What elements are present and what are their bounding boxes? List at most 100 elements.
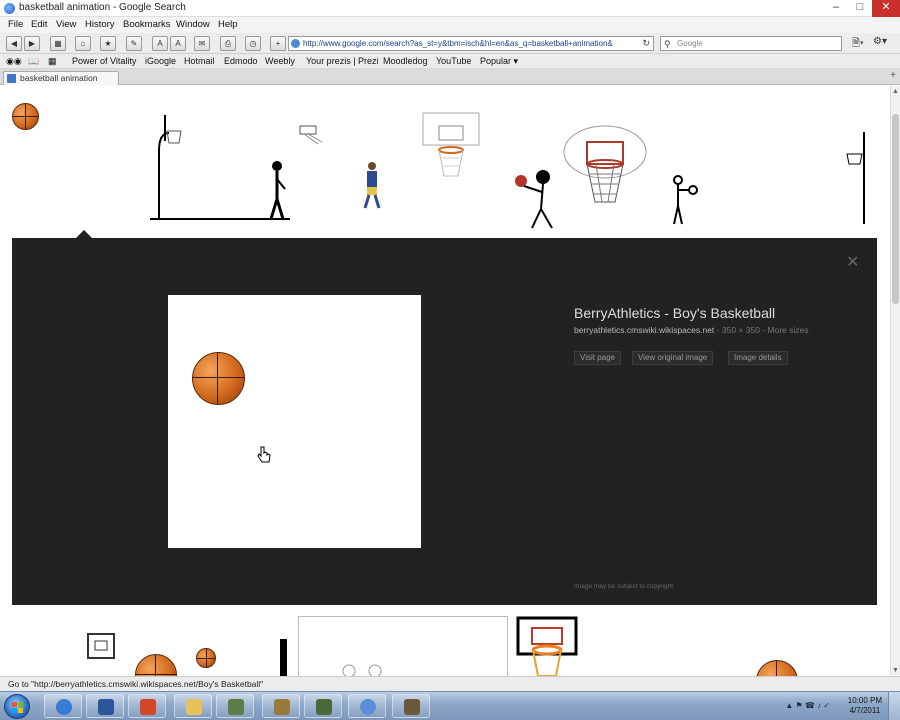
scroll-down-icon[interactable]: ▼ <box>892 667 899 674</box>
bookmark-icon[interactable]: ★ <box>100 36 116 51</box>
start-button[interactable] <box>4 694 30 719</box>
top-sites-icon[interactable]: ▦ <box>48 56 57 67</box>
view-original-image-button[interactable]: View original image <box>632 351 714 365</box>
windows-logo-icon <box>12 702 23 713</box>
thumbnail-small-hoop[interactable] <box>298 122 324 148</box>
maximize-button[interactable]: □ <box>848 0 872 17</box>
preview-image[interactable] <box>168 295 421 548</box>
thumbnail-hoop-net[interactable] <box>562 124 650 206</box>
hand-cursor-icon <box>257 446 271 463</box>
thumbnail-hoop-orange[interactable] <box>516 616 578 676</box>
thumbnail-backboard-net[interactable] <box>422 112 480 182</box>
taskbar-app-5[interactable] <box>216 694 254 718</box>
scrollbar-thumb[interactable] <box>892 114 899 304</box>
thumbnail-post-hoop[interactable] <box>844 126 870 226</box>
thumbnail-basketball-1[interactable] <box>12 103 39 130</box>
bookmark-power-of-vitality[interactable]: Power of Vitality <box>72 56 136 66</box>
bookmark-prezi[interactable]: Your prezis | Prezi <box>306 56 379 66</box>
thumbnail-stick-figure-ball[interactable] <box>510 164 560 232</box>
globe-icon <box>291 39 300 48</box>
bookmark-hotmail[interactable]: Hotmail <box>184 56 215 66</box>
vertical-scrollbar[interactable]: ▲ ▼ <box>890 86 900 676</box>
window-title: basketball animation - Google Search <box>19 2 186 13</box>
preview-domain[interactable]: berryathletics.cmswiki.wikispaces.net <box>574 325 714 335</box>
toolbar: ◀ ▶ ▦ ⌂ ★ ✎ A A ✉ ⎙ ◷ + http://www.googl… <box>0 33 900 54</box>
forward-button[interactable]: ▶ <box>24 36 40 51</box>
scroll-up-icon[interactable]: ▲ <box>892 88 899 95</box>
thumbnail-post[interactable] <box>280 639 287 676</box>
taskbar-app-7[interactable] <box>304 694 342 718</box>
taskbar-explorer[interactable] <box>174 694 212 718</box>
show-desktop-button[interactable] <box>888 692 900 720</box>
taskbar-ie[interactable] <box>44 694 82 718</box>
thumbnail-backboard-small[interactable] <box>86 632 116 662</box>
menu-view[interactable]: View <box>56 19 76 30</box>
folder-icon <box>186 699 202 715</box>
gear-icon[interactable]: ⚙▾ <box>873 36 887 47</box>
reading-glasses-icon[interactable]: ◉◉ <box>6 56 22 67</box>
mail-icon[interactable]: ✉ <box>194 36 210 51</box>
refresh-icon[interactable]: ↻ <box>642 37 650 50</box>
taskbar-app-6[interactable] <box>262 694 300 718</box>
bookmark-youtube[interactable]: YouTube <box>436 56 471 66</box>
close-preview-icon[interactable]: ✕ <box>846 252 859 272</box>
tab-basketball-animation[interactable]: basketball animation <box>3 71 119 85</box>
thumbnail-stick-figure-hoop[interactable] <box>145 111 295 221</box>
history-icon[interactable]: ◷ <box>245 36 261 51</box>
preview-pointer <box>76 230 92 238</box>
bookmark-igoogle[interactable]: iGoogle <box>145 56 176 66</box>
taskbar-word[interactable] <box>86 694 124 718</box>
taskbar-powerpoint[interactable] <box>128 694 166 718</box>
menu-edit[interactable]: Edit <box>31 19 47 30</box>
preview-title[interactable]: BerryAthletics - Boy's Basketball <box>574 305 775 321</box>
thumbnail-stick-figure-shooting[interactable] <box>668 174 702 226</box>
address-bar[interactable]: http://www.google.com/search?as_st=y&tbm… <box>288 36 654 51</box>
image-preview-panel: ✕ BerryAthletics - Boy's Basketball berr… <box>12 230 877 605</box>
browser-icon <box>4 3 15 14</box>
search-engine-icon: ⚲ <box>664 39 671 49</box>
powerpoint-icon <box>140 699 156 715</box>
thumbnail-player-dribbling[interactable] <box>360 160 384 210</box>
taskbar-browser[interactable] <box>348 694 386 718</box>
thumbnail-basketball-2[interactable] <box>135 654 177 676</box>
menu-file[interactable]: File <box>8 19 23 30</box>
menu-help[interactable]: Help <box>218 19 238 30</box>
menu-window[interactable]: Window <box>176 19 210 30</box>
app-icon <box>316 699 332 715</box>
back-button[interactable]: ◀ <box>6 36 22 51</box>
minimize-button[interactable]: – <box>824 0 848 17</box>
visit-page-button[interactable]: Visit page <box>574 351 621 365</box>
pencil-icon[interactable]: ✎ <box>126 36 142 51</box>
page-menu-icon[interactable]: 🗎▾ <box>852 36 864 53</box>
status-text: Go to "http://berryathletics.cmswiki.wik… <box>8 679 264 689</box>
thumbnail-court-scene[interactable] <box>298 616 508 676</box>
tab-bar: basketball animation + <box>0 69 900 85</box>
more-sizes-link[interactable]: More sizes <box>768 325 809 335</box>
home-icon[interactable]: ⌂ <box>75 36 91 51</box>
thumbnail-basketball-3[interactable] <box>196 648 216 668</box>
menu-history[interactable]: History <box>85 19 115 30</box>
image-details-button[interactable]: Image details <box>728 351 788 365</box>
bookmark-popular[interactable]: Popular ▾ <box>480 56 518 67</box>
text-larger-button[interactable]: A <box>170 36 186 51</box>
bookmarks-bar: ◉◉ 📖 ▦ Power of Vitality iGoogle Hotmail… <box>0 54 900 69</box>
text-smaller-button[interactable]: A <box>152 36 168 51</box>
close-window-button[interactable]: ✕ <box>872 0 900 17</box>
bookmark-moodledog[interactable]: Moodledog <box>383 56 428 66</box>
print-icon[interactable]: ⎙ <box>220 36 236 51</box>
tab-label: basketball animation <box>20 73 98 83</box>
menu-bookmarks[interactable]: Bookmarks <box>123 19 171 30</box>
new-tab-button[interactable]: + <box>270 36 286 51</box>
taskbar-app-9[interactable] <box>392 694 430 718</box>
system-tray-icons[interactable]: ▲ ⚑ ☎ ♪ ✓ <box>785 701 830 710</box>
clock-date: 4/7/2011 <box>849 706 881 715</box>
book-icon[interactable]: 📖 <box>28 56 39 67</box>
search-input[interactable]: ⚲ Google <box>660 36 842 51</box>
bookmark-edmodo[interactable]: Edmodo <box>224 56 258 66</box>
bookmark-weebly[interactable]: Weebly <box>265 56 295 66</box>
grid-view-icon[interactable]: ▦ <box>50 36 66 51</box>
status-bar: Go to "http://berryathletics.cmswiki.wik… <box>0 676 900 691</box>
thumbnail-basketball-4[interactable] <box>756 660 798 676</box>
new-tab-plus-icon[interactable]: + <box>890 70 896 81</box>
clock[interactable]: 10:00 PM 4/7/2011 <box>848 696 882 716</box>
